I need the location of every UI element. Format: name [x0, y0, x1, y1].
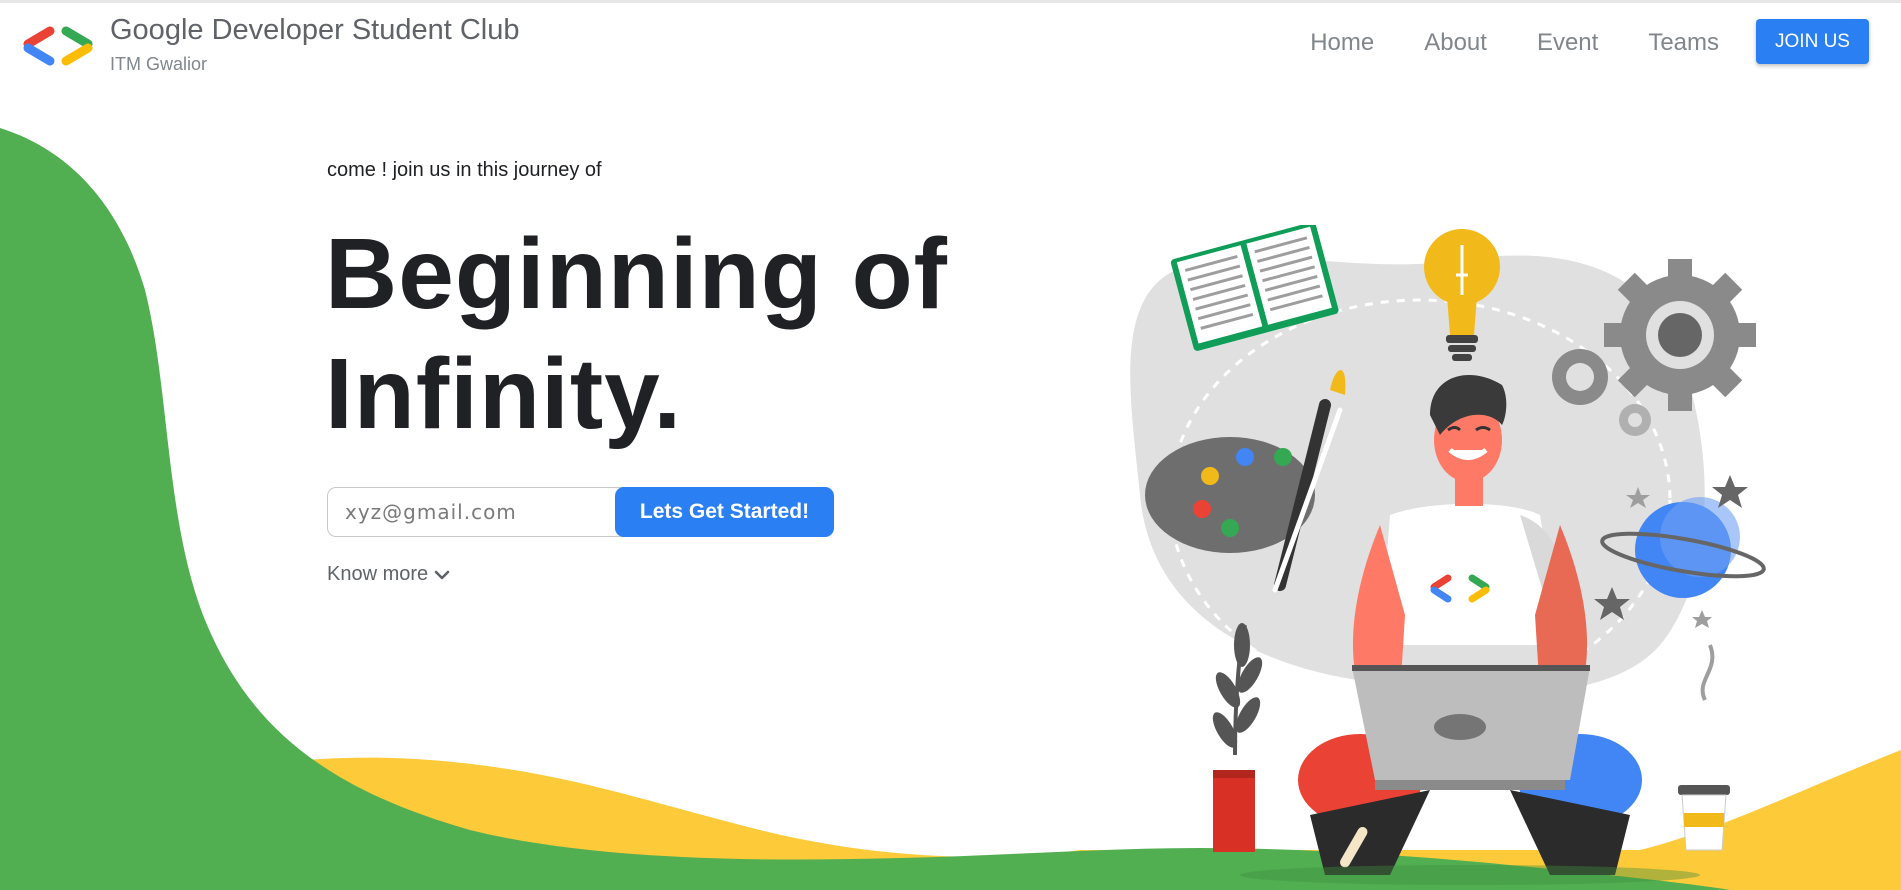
brand-title: Google Developer Student Club	[110, 14, 520, 46]
site-header: Google Developer Student Club ITM Gwalio…	[0, 3, 1901, 85]
gdsc-logo-icon	[23, 26, 93, 66]
email-input[interactable]	[327, 487, 627, 537]
hero-title: Beginning of Infinity.	[325, 214, 948, 454]
hero-title-line-1: Beginning of	[325, 218, 948, 330]
coffee-cup-icon	[1678, 644, 1730, 851]
brand[interactable]: Google Developer Student Club ITM Gwalio…	[20, 13, 519, 75]
brand-subtitle: ITM Gwalior	[110, 54, 208, 74]
hero-title-line-2: Infinity.	[325, 338, 683, 450]
nav-home[interactable]: Home	[1310, 29, 1374, 57]
know-more-label: Know more	[327, 563, 429, 585]
join-us-button[interactable]: JOIN US	[1756, 19, 1869, 64]
nav-teams[interactable]: Teams	[1648, 29, 1719, 57]
plant-icon	[1212, 623, 1263, 852]
signup-form: Lets Get Started!	[327, 487, 834, 537]
chevron-down-icon	[434, 570, 450, 579]
know-more-link[interactable]: Know more	[327, 563, 450, 586]
nav-about[interactable]: About	[1424, 29, 1487, 57]
hero-intro: come ! join us in this journey of	[327, 159, 602, 181]
get-started-button[interactable]: Lets Get Started!	[615, 487, 834, 537]
hero-illustration	[1130, 225, 1766, 885]
nav-event[interactable]: Event	[1537, 29, 1598, 57]
main-nav: Home About Event Teams	[1310, 29, 1719, 57]
